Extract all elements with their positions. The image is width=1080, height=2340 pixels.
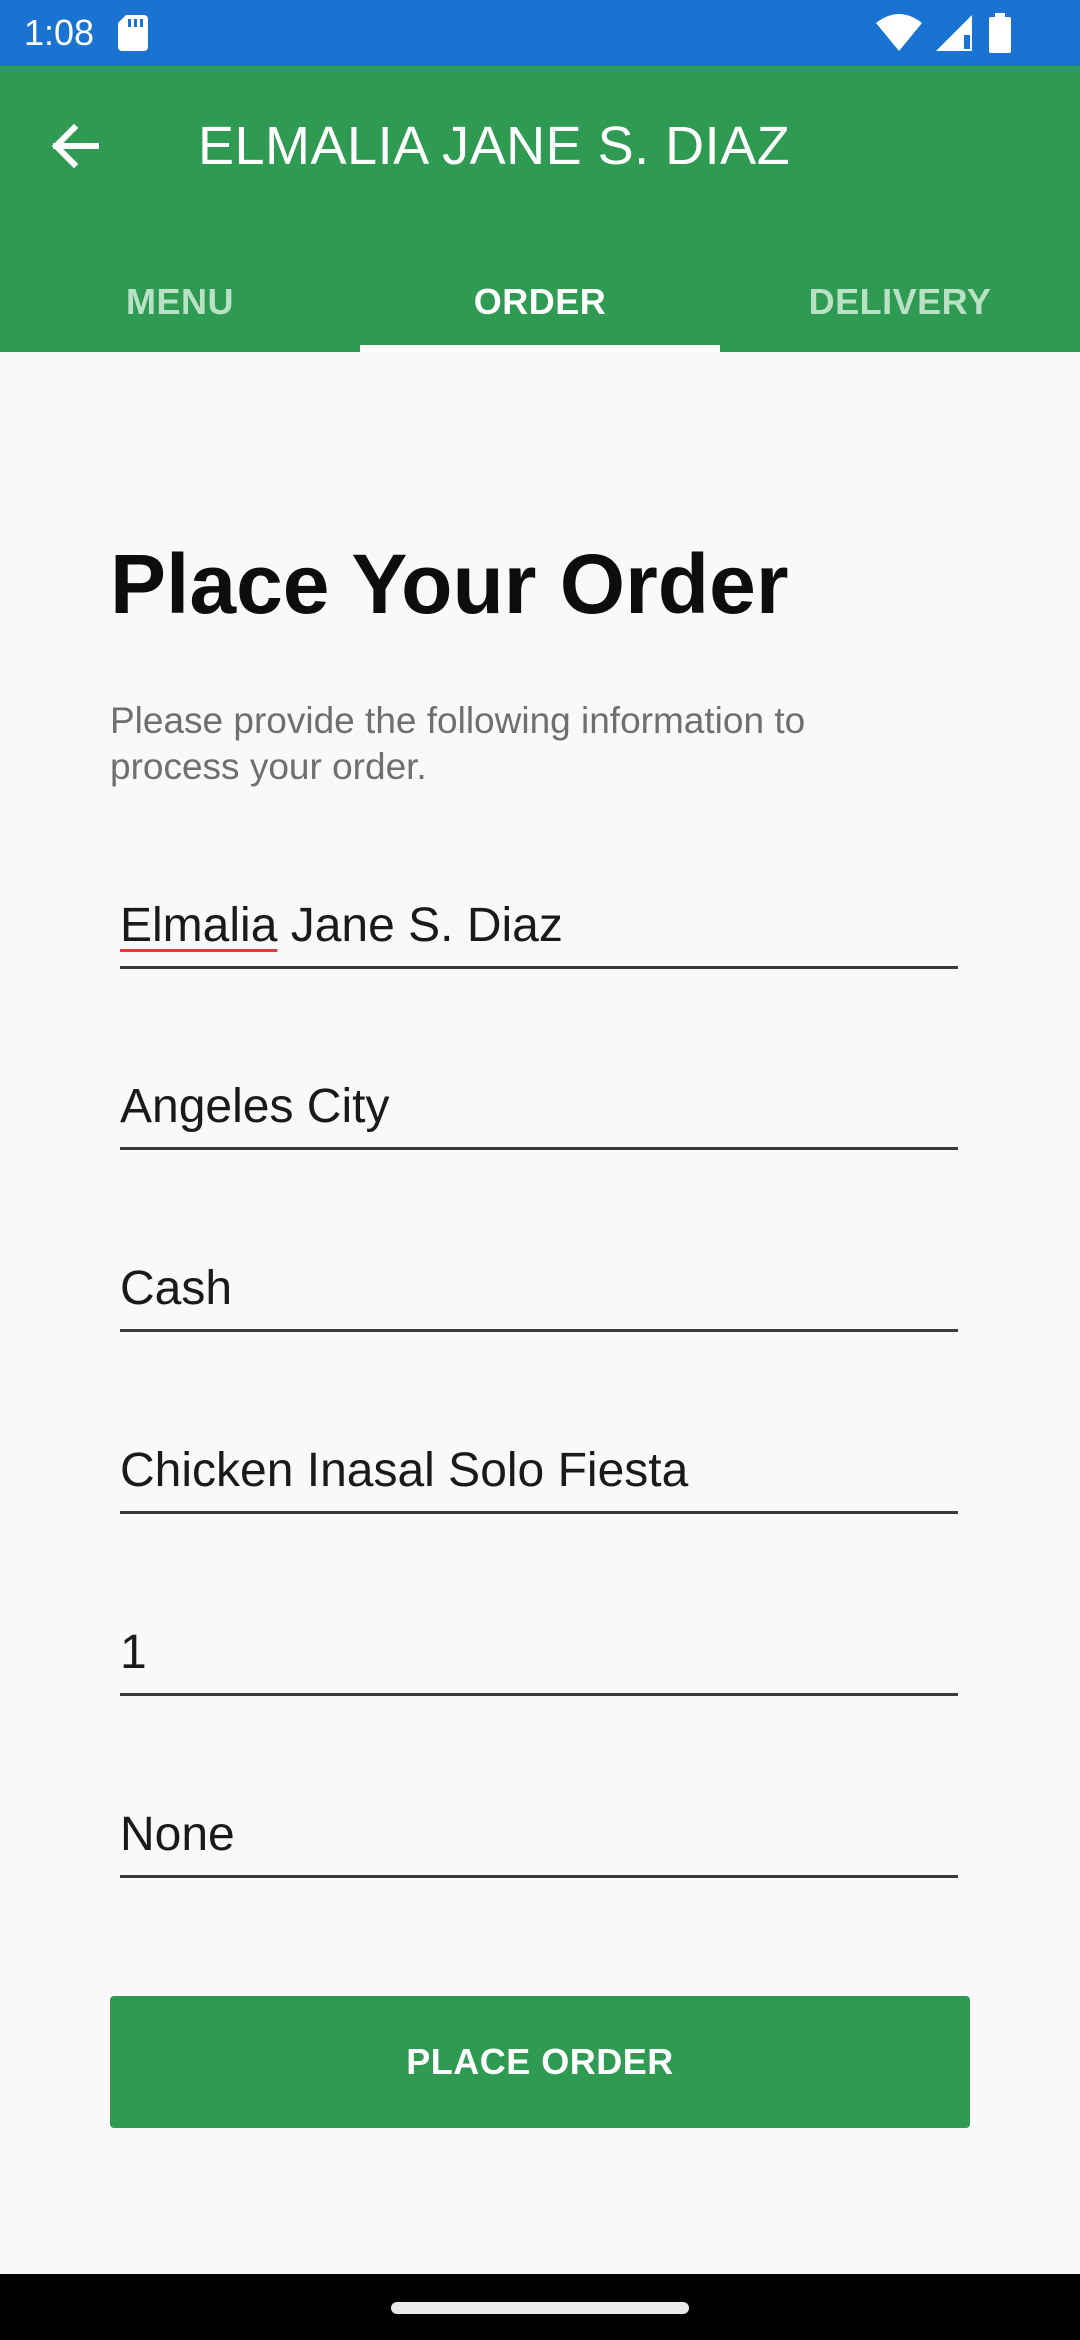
tab-delivery[interactable]: DELIVERY (720, 252, 1080, 352)
name-field-value: Elmalia Jane S. Diaz (120, 896, 563, 956)
tab-menu[interactable]: MENU (0, 252, 360, 352)
page-title: Place Your Order (110, 537, 789, 631)
arrow-left-icon[interactable] (44, 116, 104, 176)
cell-signal-icon (936, 15, 972, 51)
quantity-field-value: 1 (120, 1626, 147, 1679)
status-icons (876, 13, 1056, 53)
address-field-value: Angeles City (120, 1080, 390, 1133)
payment-field-value: Cash (120, 1262, 233, 1315)
status-bar: 1:08 (0, 0, 1080, 66)
wifi-icon (876, 14, 922, 51)
quantity-field[interactable]: 1 (120, 1603, 958, 1696)
item-field-value: Chicken Inasal Solo Fiesta (120, 1444, 689, 1497)
notes-field[interactable]: None (120, 1785, 958, 1878)
app-title: ELMALIA JANE S. DIAZ (198, 116, 791, 176)
notes-field-value: None (120, 1808, 235, 1861)
page-subtitle: Please provide the following information… (110, 700, 806, 787)
app-bar: ELMALIA JANE S. DIAZ MENU ORDER DELIVERY (0, 66, 1080, 352)
address-field[interactable]: Angeles City (120, 1057, 958, 1150)
home-gesture-handle[interactable] (391, 2302, 689, 2314)
navigation-bar (0, 2274, 1080, 2340)
spellcheck-word: Elmalia (120, 899, 278, 952)
tab-indicator (360, 345, 720, 352)
name-field[interactable]: Elmalia Jane S. Diaz (120, 876, 958, 969)
name-field-rest: Jane S. Diaz (277, 899, 563, 952)
sd-card-icon (118, 15, 148, 51)
status-time: 1:08 (24, 12, 95, 53)
tab-order[interactable]: ORDER (360, 252, 720, 352)
item-field[interactable]: Chicken Inasal Solo Fiesta (120, 1421, 958, 1514)
payment-field[interactable]: Cash (120, 1239, 958, 1332)
place-order-button[interactable]: PLACE ORDER (110, 1996, 970, 2128)
battery-icon (989, 13, 1011, 53)
